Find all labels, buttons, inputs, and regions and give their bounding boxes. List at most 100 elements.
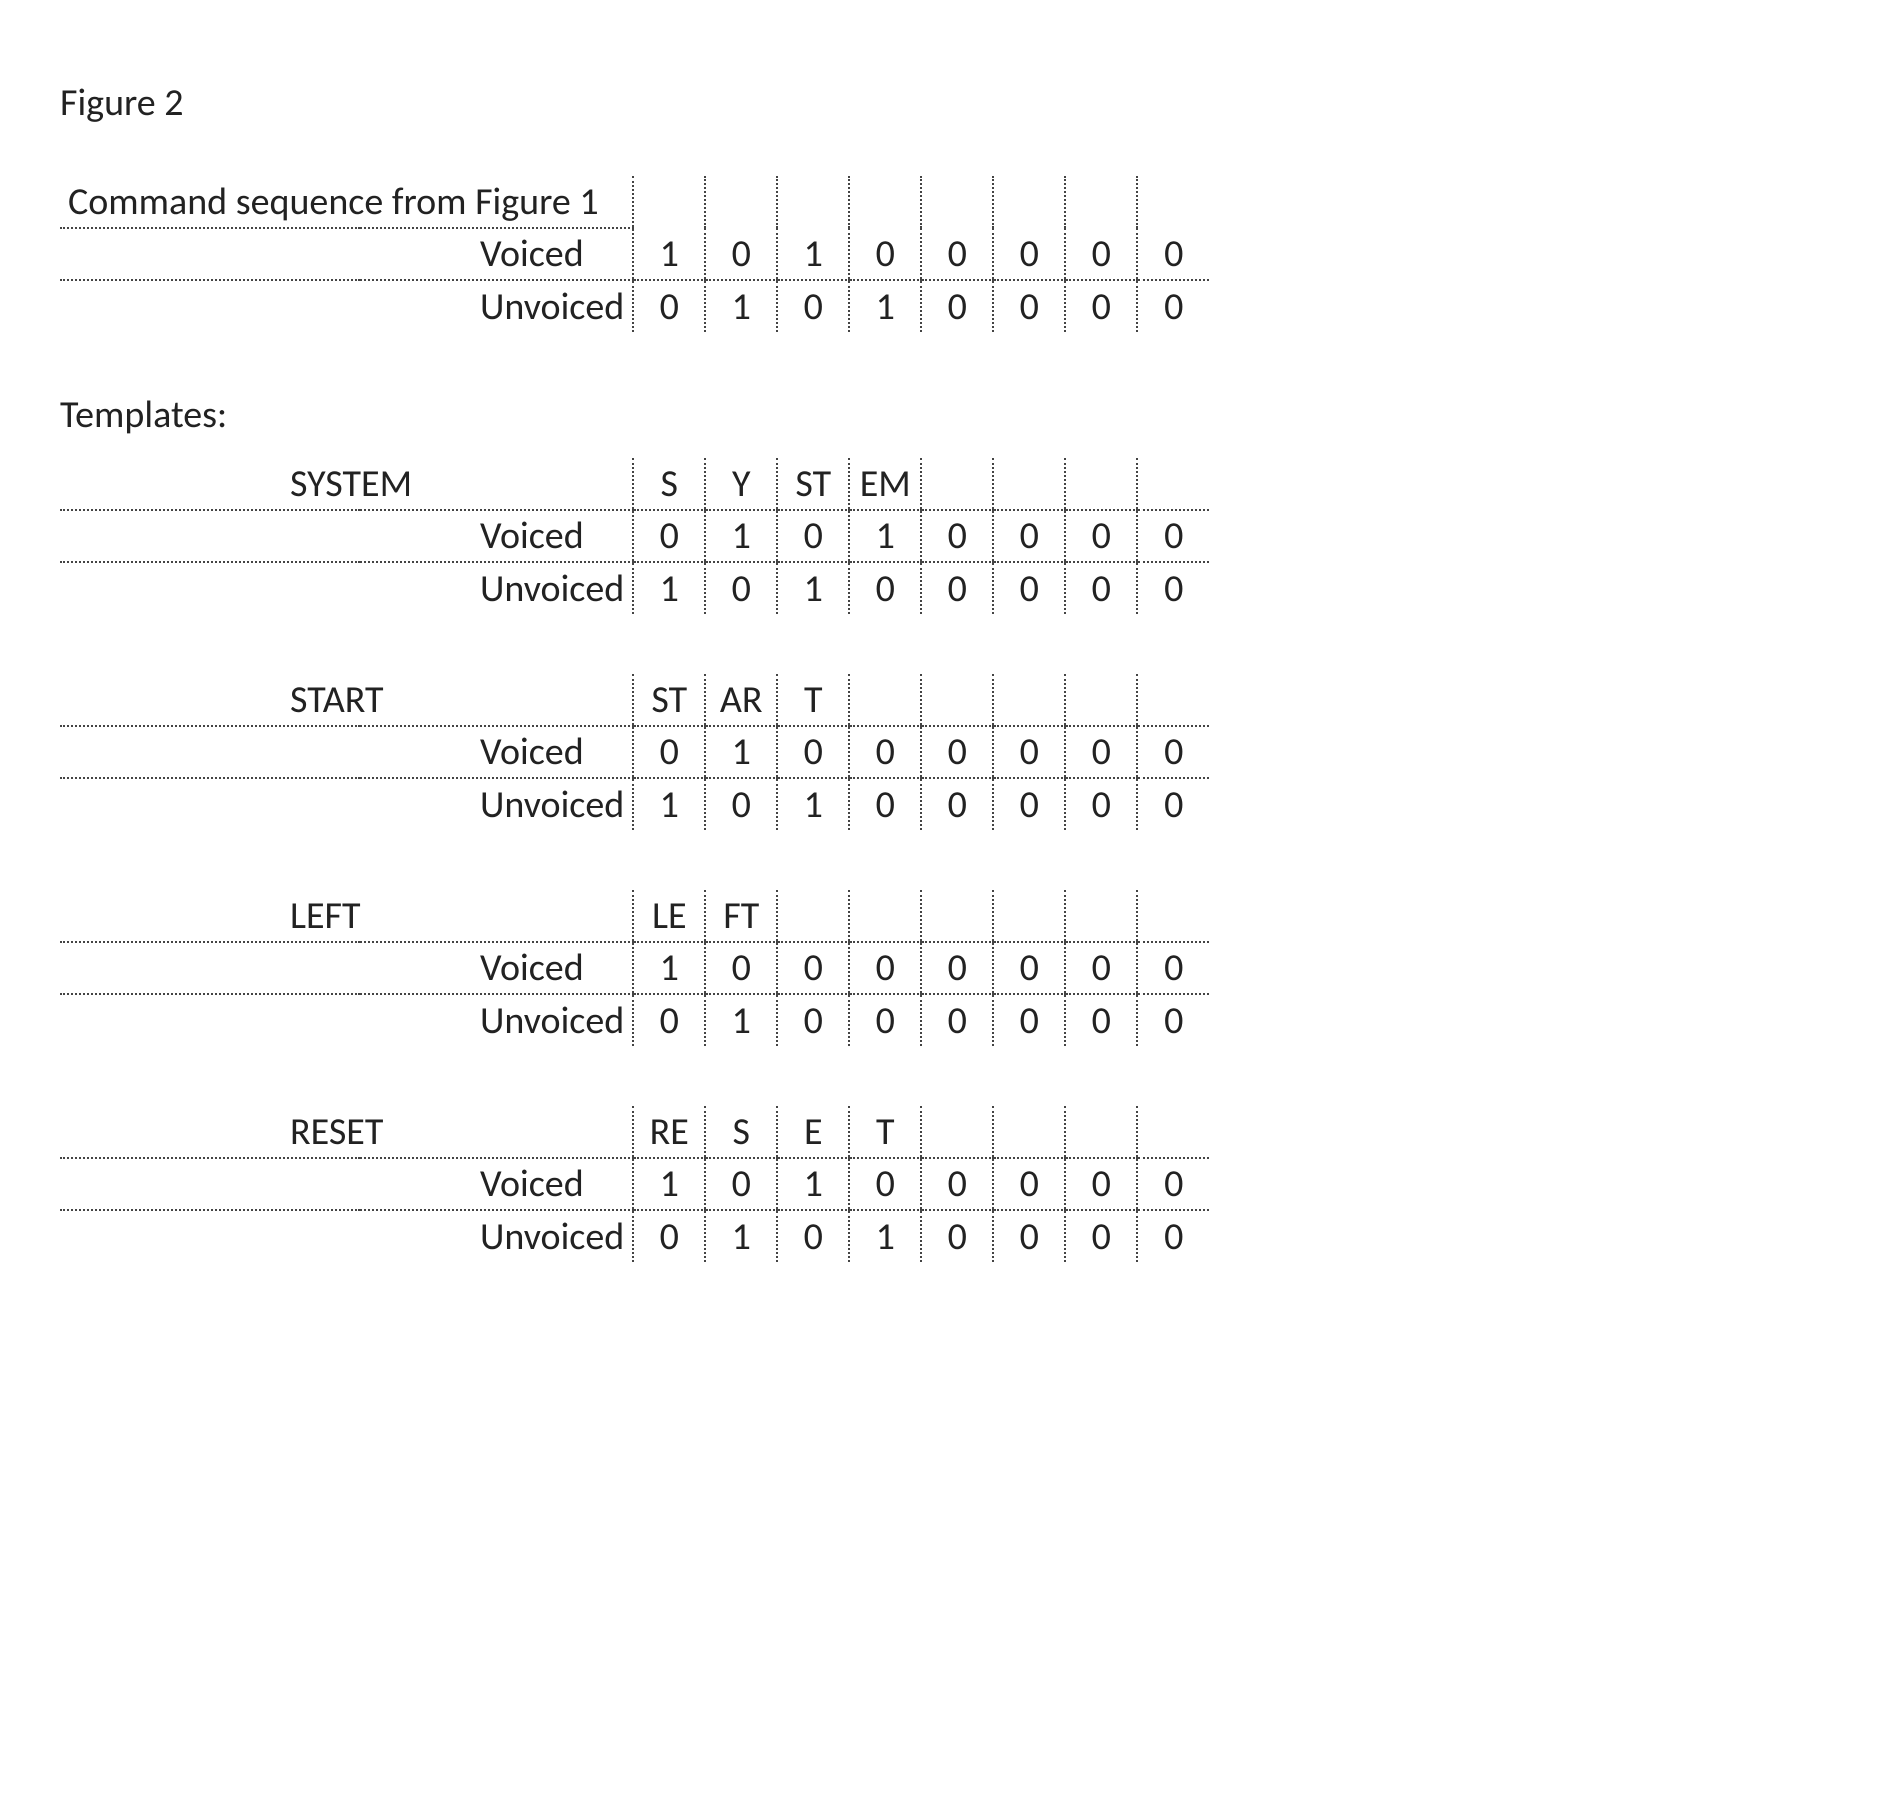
data-cell: 0 (921, 510, 993, 562)
segment-cell: RE (633, 1106, 705, 1158)
data-cell: 0 (921, 1158, 993, 1210)
template-unvoiced-row: Unvoiced10100000 (60, 562, 1209, 614)
template-table: LEFTLEFTVoiced10000000Unvoiced01000000 (60, 890, 1209, 1046)
grid-cell (1065, 176, 1137, 228)
unvoiced-label: Unvoiced (360, 280, 633, 332)
segment-cell: S (633, 458, 705, 510)
data-cell: 1 (633, 228, 705, 280)
data-cell: 0 (705, 228, 777, 280)
template-title-row: LEFTLEFT (60, 890, 1209, 942)
template-unvoiced-row: Unvoiced01010000 (60, 1210, 1209, 1262)
data-cell: 0 (849, 228, 921, 280)
data-cell: 1 (849, 510, 921, 562)
data-cell: 0 (705, 562, 777, 614)
data-cell: 0 (849, 562, 921, 614)
data-cell: 1 (777, 1158, 849, 1210)
grid-cell (993, 176, 1065, 228)
segment-cell (1137, 890, 1209, 942)
template-table: SYSTEMSYSTEMVoiced01010000Unvoiced101000… (60, 458, 1209, 614)
segment-cell: Y (705, 458, 777, 510)
segment-cell: E (777, 1106, 849, 1158)
data-cell: 0 (1065, 510, 1137, 562)
data-cell: 1 (705, 280, 777, 332)
command-sequence-header-row: Command sequence from Figure 1 (60, 176, 1209, 228)
data-cell: 0 (849, 1158, 921, 1210)
template-block: LEFTLEFTVoiced10000000Unvoiced01000000 (60, 890, 1840, 1046)
segment-cell (777, 890, 849, 942)
data-cell: 0 (921, 994, 993, 1046)
grid-cell (849, 176, 921, 228)
template-name: RESET (60, 1106, 633, 1158)
grid-cell (705, 176, 777, 228)
data-cell: 1 (705, 510, 777, 562)
segment-cell: T (849, 1106, 921, 1158)
spacer (60, 942, 360, 994)
data-cell: 1 (777, 778, 849, 830)
command-voiced-row: Voiced 1 0 1 0 0 0 0 0 (60, 228, 1209, 280)
spacer (60, 562, 360, 614)
data-cell: 0 (1065, 1158, 1137, 1210)
template-name: START (60, 674, 633, 726)
template-block: RESETRESETVoiced10100000Unvoiced01010000 (60, 1106, 1840, 1262)
data-cell: 0 (633, 994, 705, 1046)
command-unvoiced-row: Unvoiced 0 1 0 1 0 0 0 0 (60, 280, 1209, 332)
segment-cell: EM (849, 458, 921, 510)
data-cell: 1 (777, 562, 849, 614)
data-cell: 0 (921, 280, 993, 332)
spacer (60, 726, 360, 778)
data-cell: 0 (993, 228, 1065, 280)
template-name: LEFT (60, 890, 633, 942)
data-cell: 0 (993, 280, 1065, 332)
spacer (60, 228, 360, 280)
segment-cell (1137, 1106, 1209, 1158)
data-cell: 0 (1137, 726, 1209, 778)
data-cell: 0 (993, 778, 1065, 830)
spacer (60, 280, 360, 332)
data-cell: 1 (849, 1210, 921, 1262)
data-cell: 1 (633, 778, 705, 830)
segment-cell (849, 674, 921, 726)
data-cell: 0 (1137, 778, 1209, 830)
grid-cell (777, 176, 849, 228)
template-unvoiced-row: Unvoiced01000000 (60, 994, 1209, 1046)
voiced-label: Voiced (360, 510, 633, 562)
template-voiced-row: Voiced01000000 (60, 726, 1209, 778)
data-cell: 0 (921, 726, 993, 778)
data-cell: 0 (705, 1158, 777, 1210)
data-cell: 0 (849, 778, 921, 830)
grid-cell (1137, 176, 1209, 228)
data-cell: 0 (849, 942, 921, 994)
data-cell: 1 (633, 1158, 705, 1210)
data-cell: 0 (993, 994, 1065, 1046)
spacer (60, 1210, 360, 1262)
data-cell: 0 (1065, 942, 1137, 994)
data-cell: 0 (633, 510, 705, 562)
templates-label: Templates: (60, 392, 1840, 438)
segment-cell: AR (705, 674, 777, 726)
data-cell: 1 (849, 280, 921, 332)
segment-cell (921, 458, 993, 510)
segment-cell (993, 674, 1065, 726)
segment-cell (921, 890, 993, 942)
data-cell: 1 (705, 994, 777, 1046)
data-cell: 0 (921, 942, 993, 994)
data-cell: 0 (1065, 778, 1137, 830)
voiced-label: Voiced (360, 228, 633, 280)
template-title-row: RESETRESET (60, 1106, 1209, 1158)
template-title-row: SYSTEMSYSTEM (60, 458, 1209, 510)
data-cell: 0 (1137, 942, 1209, 994)
data-cell: 0 (993, 942, 1065, 994)
segment-cell (1065, 674, 1137, 726)
data-cell: 0 (1065, 1210, 1137, 1262)
data-cell: 0 (1137, 1158, 1209, 1210)
voiced-label: Voiced (360, 726, 633, 778)
data-cell: 1 (777, 228, 849, 280)
grid-cell (633, 176, 705, 228)
data-cell: 0 (705, 942, 777, 994)
data-cell: 1 (705, 1210, 777, 1262)
data-cell: 0 (1065, 994, 1137, 1046)
templates-container: SYSTEMSYSTEMVoiced01010000Unvoiced101000… (60, 458, 1840, 1262)
segment-cell (993, 1106, 1065, 1158)
unvoiced-label: Unvoiced (360, 994, 633, 1046)
voiced-label: Voiced (360, 1158, 633, 1210)
